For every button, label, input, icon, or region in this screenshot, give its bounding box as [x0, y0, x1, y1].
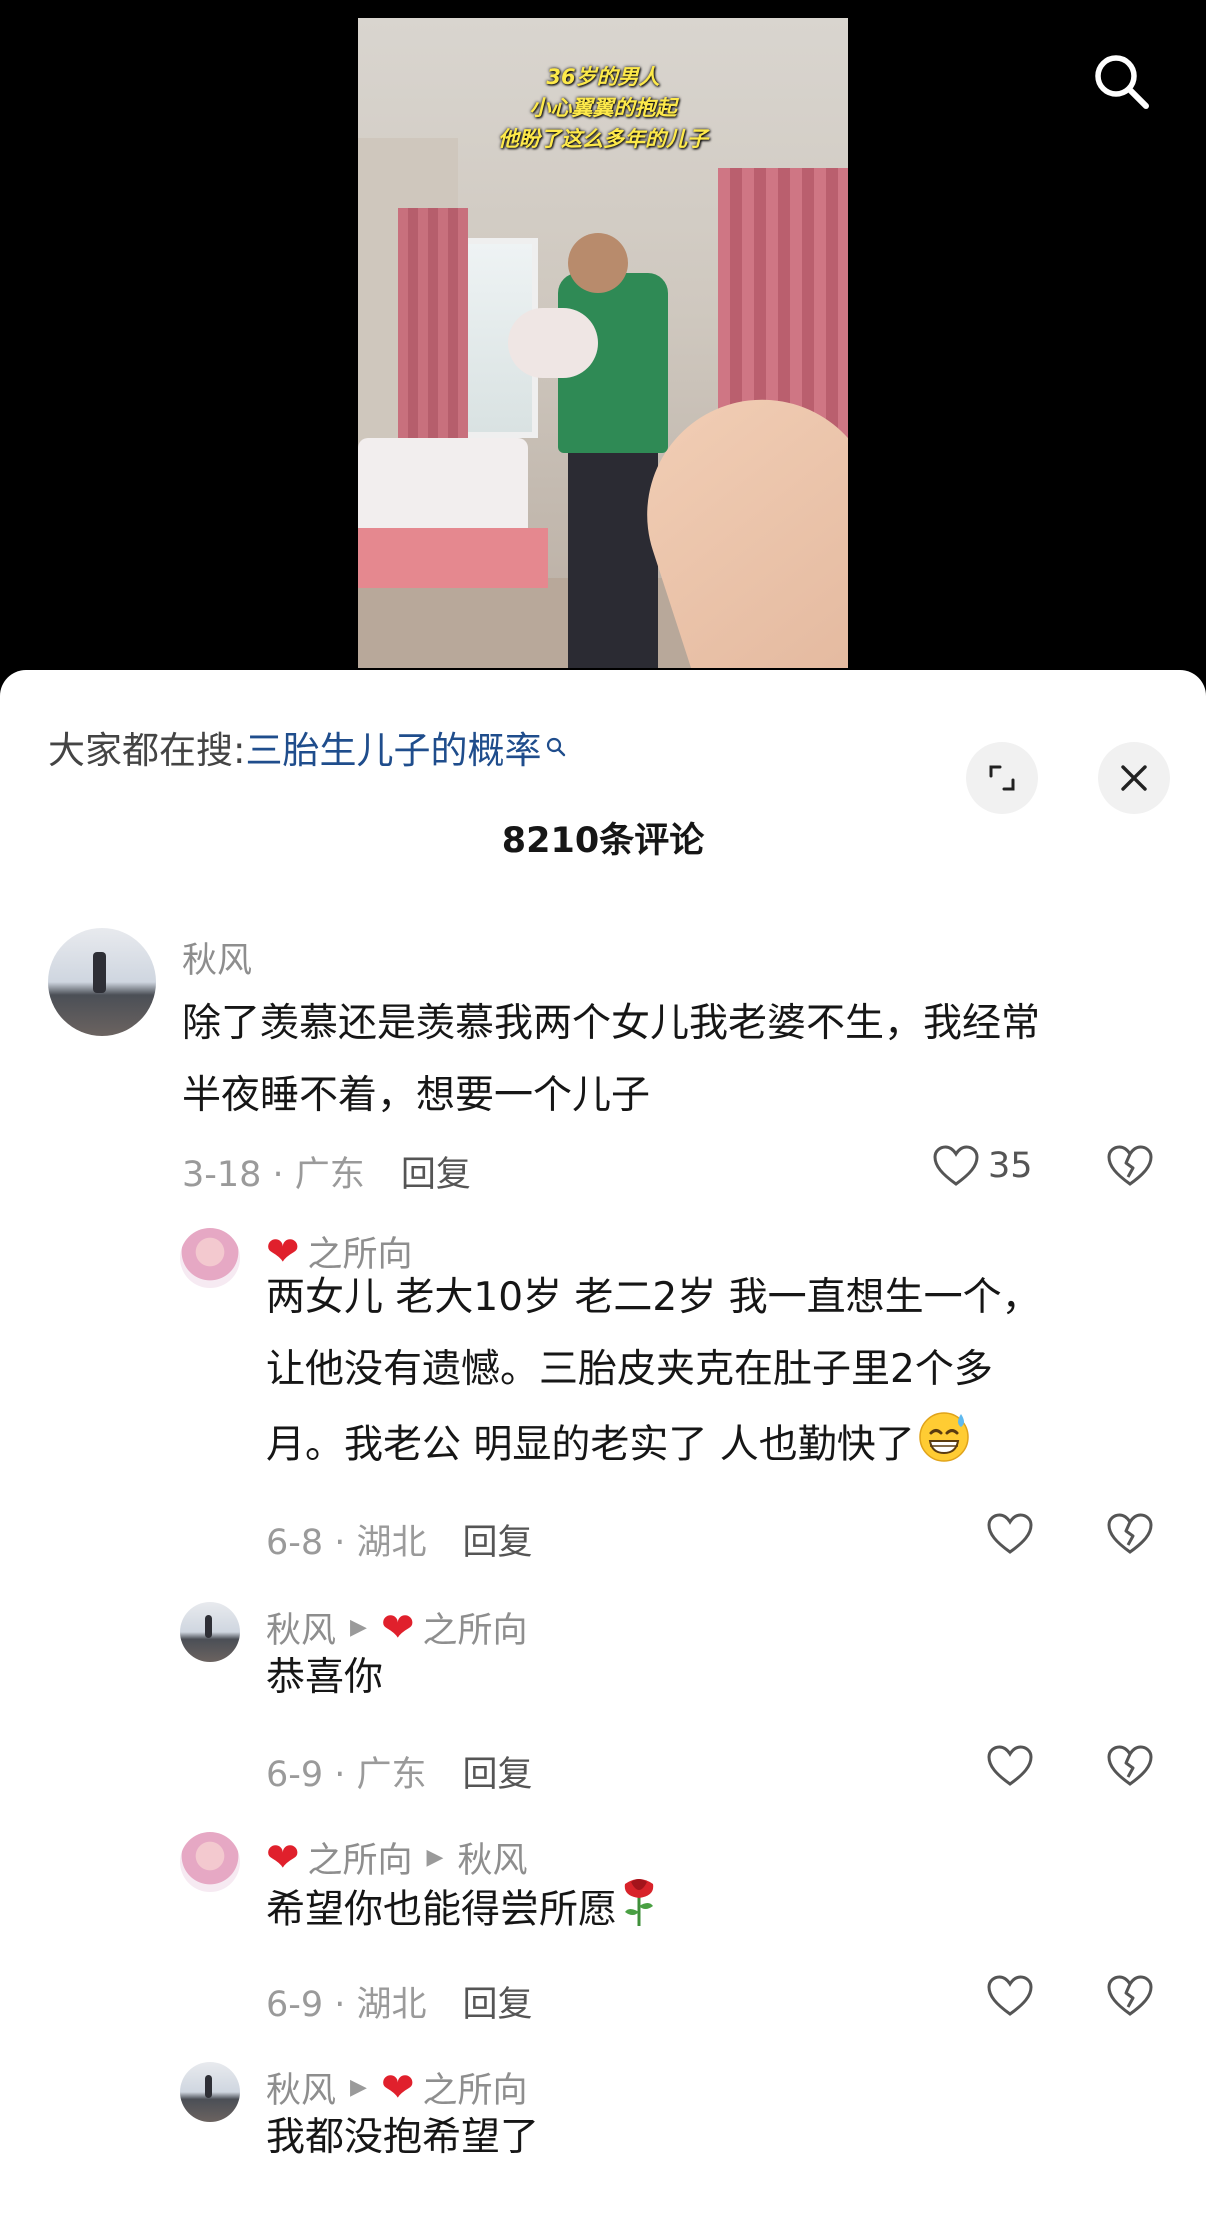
- comment-date-location: 3-18 · 广东: [182, 1155, 365, 1195]
- comment-text-line: 半夜睡不着，想要一个儿子: [182, 1073, 651, 1118]
- video-scene-bed-base: [358, 528, 548, 588]
- like-button[interactable]: [986, 1744, 1034, 1788]
- search-button[interactable]: [1090, 50, 1152, 112]
- reply-button[interactable]: 回复: [463, 1523, 533, 1563]
- video-caption-line: 小心翼翼的抱起: [529, 96, 677, 120]
- comment-meta: 3-18 · 广东 回复: [182, 1146, 471, 1197]
- comment-sheet: 大家都在搜:三胎生儿子的概率 8210条评论 秋风 除了羡慕还是羡慕我两个女儿我…: [0, 670, 1206, 2235]
- reply-text-line: 希望你也能得尝所愿: [266, 1887, 618, 1933]
- hot-search-keyword[interactable]: 三胎生儿子的概率: [245, 729, 541, 772]
- like-button[interactable]: [986, 1512, 1034, 1556]
- reply-text-line: 让他没有遗憾。三胎皮夹克在肚子里2个多: [266, 1347, 993, 1392]
- like-button[interactable]: [986, 1974, 1034, 2018]
- video-caption-line: 他盼了这么多年的儿子: [498, 127, 708, 151]
- reply-to-author[interactable]: 之所向: [422, 1602, 527, 1653]
- reply-text: 两女儿 老大10岁 老二2岁 我一直想生一个， 让他没有遗憾。三胎皮夹克在肚子里…: [266, 1262, 1146, 1488]
- avatar[interactable]: [180, 1602, 240, 1662]
- dislike-button[interactable]: [1106, 1512, 1154, 1560]
- video-scene-man-legs: [568, 443, 658, 668]
- expand-button[interactable]: [966, 742, 1038, 814]
- reply-date-location: 6-9 · 广东: [266, 1755, 427, 1795]
- dislike-button[interactable]: [1106, 1974, 1154, 2022]
- close-button[interactable]: [1098, 742, 1170, 814]
- reply-text: 我都没抱希望了: [266, 2102, 539, 2174]
- video-caption: 36岁的男人 小心翼翼的抱起 他盼了这么多年的儿子: [358, 62, 848, 155]
- reply-text-line-wrap: 月。我老公 明显的老实了 人也勤快了: [266, 1406, 1146, 1488]
- rose-emoji: [617, 1872, 661, 1952]
- broken-heart-icon: [1107, 1745, 1153, 1786]
- video-scene-curtain-left: [398, 208, 468, 468]
- hot-search-bar[interactable]: 大家都在搜:三胎生儿子的概率: [48, 720, 567, 774]
- video-thumbnail[interactable]: 36岁的男人 小心翼翼的抱起 他盼了这么多年的儿子: [358, 18, 848, 668]
- reply-text-line: 月。我老公 明显的老实了 人也勤快了: [266, 1422, 915, 1468]
- hot-search-prefix: 大家都在搜:: [48, 729, 246, 772]
- dislike-button[interactable]: [1106, 1144, 1154, 1192]
- comment-author[interactable]: 秋风: [182, 932, 252, 983]
- comment-text: 除了羡慕还是羡慕我两个女儿我老婆不生，我经常 半夜睡不着，想要一个儿子: [182, 988, 1172, 1132]
- reply-meta: 6-9 · 湖北 回复: [266, 1976, 533, 2027]
- heart-outline-icon: [987, 1975, 1033, 2016]
- reply-button[interactable]: 回复: [463, 1985, 533, 2025]
- reply-arrow-icon: ▶: [350, 1615, 367, 1640]
- reply-text: 恭喜你: [266, 1642, 383, 1714]
- video-caption-line: 36岁的男人: [546, 65, 660, 89]
- red-heart-emoji: ❤: [380, 1604, 415, 1651]
- video-area[interactable]: 36岁的男人 小心翼翼的抱起 他盼了这么多年的儿子: [0, 0, 1206, 680]
- reply-date-location: 6-9 · 湖北: [266, 1985, 427, 2025]
- heart-outline-icon: [933, 1145, 979, 1186]
- avatar[interactable]: [180, 1832, 240, 1892]
- heart-outline-icon: [987, 1745, 1033, 1786]
- comment-count: 8210条评论: [501, 821, 705, 861]
- reply-arrow-icon: ▶: [426, 1845, 444, 1870]
- reply-text: 希望你也能得尝所愿: [266, 1872, 661, 1952]
- dislike-button[interactable]: [1106, 1744, 1154, 1792]
- avatar[interactable]: [180, 1228, 240, 1288]
- grinning-sweat-emoji: [915, 1406, 973, 1488]
- reply-button[interactable]: 回复: [401, 1155, 471, 1195]
- reply-text-line: 恭喜你: [266, 1655, 384, 1700]
- reply-text-line: 两女儿 老大10岁 老二2岁 我一直想生一个，: [266, 1275, 1041, 1320]
- reply-button[interactable]: 回复: [463, 1755, 533, 1795]
- broken-heart-icon: [1107, 1513, 1153, 1554]
- video-scene-baby: [508, 308, 598, 378]
- expand-icon: [989, 765, 1015, 791]
- like-button[interactable]: 35: [932, 1144, 1033, 1188]
- reply-date-location: 6-8 · 湖北: [266, 1523, 427, 1563]
- reply-meta: 6-8 · 湖北 回复: [266, 1514, 533, 1565]
- broken-heart-icon: [1107, 1975, 1153, 2016]
- broken-heart-icon: [1107, 1145, 1153, 1186]
- video-scene-man-head: [568, 233, 628, 293]
- comment-text-line: 除了羡慕还是羡慕我两个女儿我老婆不生，我经常: [182, 1001, 1041, 1046]
- reply-text-line: 我都没抱希望了: [266, 2115, 540, 2160]
- heart-outline-icon: [987, 1513, 1033, 1554]
- search-icon: [545, 724, 567, 767]
- close-icon: [1121, 765, 1147, 791]
- avatar[interactable]: [180, 2062, 240, 2122]
- search-icon: [1095, 55, 1149, 109]
- reply-meta: 6-9 · 广东 回复: [266, 1746, 533, 1797]
- reply-arrow-icon: ▶: [350, 2075, 367, 2100]
- like-count: 35: [988, 1146, 1033, 1186]
- avatar[interactable]: [48, 928, 156, 1036]
